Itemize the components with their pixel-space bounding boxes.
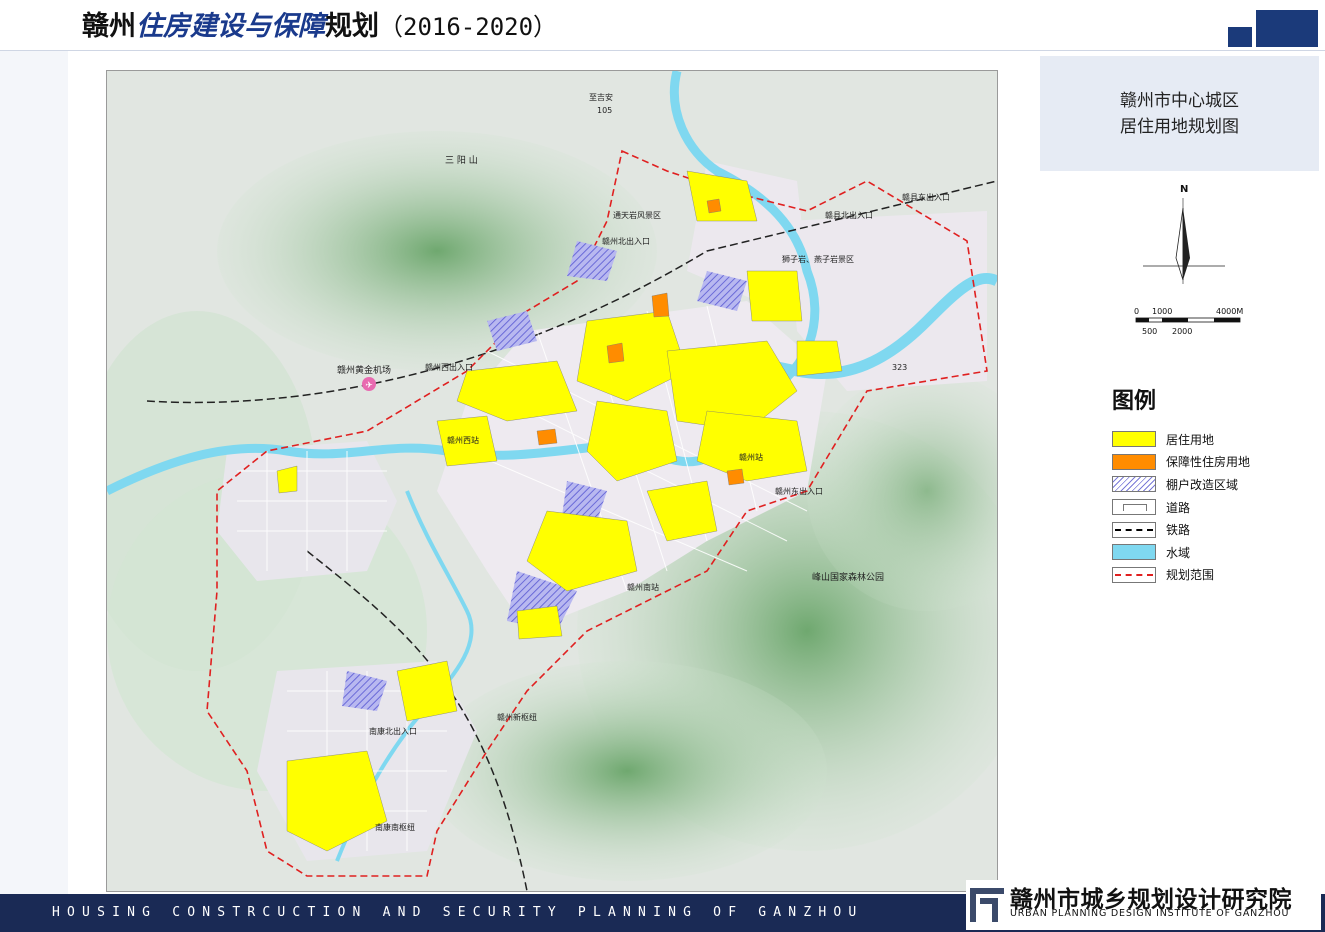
svg-text:2000: 2000	[1172, 327, 1192, 336]
map-graphic: ✈	[107, 71, 997, 891]
land-use-map: ✈ 三 阳 山 赣州黄金机场 赣州西出入口 赣州北出入口 赣州东出入口 赣县东出…	[106, 70, 998, 892]
legend-item-railway: 铁路	[1112, 518, 1250, 541]
svg-text:✈: ✈	[365, 381, 373, 391]
svg-text:500: 500	[1142, 327, 1157, 336]
left-margin-panel	[0, 51, 68, 894]
label-north-exit: 赣州北出入口	[602, 237, 650, 246]
label-sanyang-mountain: 三 阳 山	[445, 156, 478, 166]
legend-item-residential: 居住用地	[1112, 428, 1250, 451]
label-route-105: 105	[597, 106, 613, 115]
label-airport: 赣州黄金机场	[337, 366, 392, 376]
label-ganxian-north-exit: 赣县北出入口	[825, 211, 873, 220]
swatch-residential	[1112, 431, 1156, 448]
label-ganxian-east-exit: 赣县东出入口	[902, 193, 950, 202]
swatch-railway	[1112, 521, 1156, 538]
label-east-exit: 赣州东出入口	[775, 487, 823, 496]
label-nankang-south-hub: 南康南枢纽	[375, 823, 415, 832]
label-to-jian: 至吉安	[589, 93, 613, 102]
label-nankang-north-exit: 南康北出入口	[369, 727, 417, 736]
title-suffix: 规划	[325, 11, 379, 42]
swatch-affordable	[1112, 453, 1156, 470]
page-title: 赣州住房建设与保障规划（2016-2020）	[82, 10, 557, 44]
svg-text:4000M: 4000M	[1216, 307, 1243, 316]
label-fengshan-park: 峰山国家森林公园	[812, 573, 885, 583]
legend-item-boundary: 规划范围	[1112, 564, 1250, 587]
label-west-exit: 赣州西出入口	[425, 363, 473, 372]
map-title: 赣州市中心城区 居住用地规划图	[1040, 88, 1319, 140]
legend-item-water: 水域	[1112, 541, 1250, 564]
svg-text:0: 0	[1134, 307, 1139, 316]
scale-bar: 0 1000 4000M 500 2000	[1130, 302, 1250, 342]
label-shiziyan-scenic: 狮子岩、燕子岩景区	[782, 255, 854, 264]
swatch-shantytown	[1112, 476, 1156, 493]
map-title-line1: 赣州市中心城区	[1120, 91, 1239, 111]
label-ganzhou-station: 赣州站	[739, 453, 763, 462]
legend-title: 图例	[1112, 389, 1157, 414]
compass-icon: N	[1143, 184, 1225, 284]
title-prefix: 赣州	[82, 11, 136, 42]
compass-label: N	[1180, 184, 1188, 195]
corner-decoration-small	[1228, 27, 1252, 47]
label-route-323: 323	[892, 363, 908, 372]
title-years: （2016-2020）	[379, 13, 558, 41]
corner-decoration-large	[1256, 10, 1318, 47]
label-ganzhou-south-station: 赣州南站	[627, 583, 659, 592]
institute-logo-icon	[968, 886, 1008, 926]
north-arrow: N	[1140, 180, 1230, 290]
swatch-road	[1112, 499, 1156, 516]
legend-item-affordable: 保障性住房用地	[1112, 451, 1250, 474]
swatch-water	[1112, 544, 1156, 561]
scale-bar-graphic: 0 1000 4000M 500 2000	[1134, 307, 1243, 336]
swatch-boundary	[1112, 566, 1156, 583]
label-new-hub: 赣州新枢纽	[497, 713, 537, 722]
label-tongtianyan-scenic: 通天岩风景区	[613, 211, 661, 220]
footer-tagline: HOUSING CONSTRCUCTION AND SECURITY PLANN…	[52, 905, 864, 920]
svg-text:1000: 1000	[1152, 307, 1172, 316]
legend-item-shantytown: 棚户改造区域	[1112, 473, 1250, 496]
label-ganzhou-west-station: 赣州西站	[447, 436, 479, 445]
map-title-line2: 居住用地规划图	[1120, 117, 1239, 137]
legend-item-road: 道路	[1112, 496, 1250, 519]
institute-name-en: URBAN PLANNING DESIGN INSTITUTE OF GANZH…	[1010, 908, 1290, 919]
legend: 居住用地 保障性住房用地 棚户改造区域 道路 铁路 水域 规划范围	[1112, 428, 1250, 586]
title-highlight: 住房建设与保障	[136, 11, 325, 42]
